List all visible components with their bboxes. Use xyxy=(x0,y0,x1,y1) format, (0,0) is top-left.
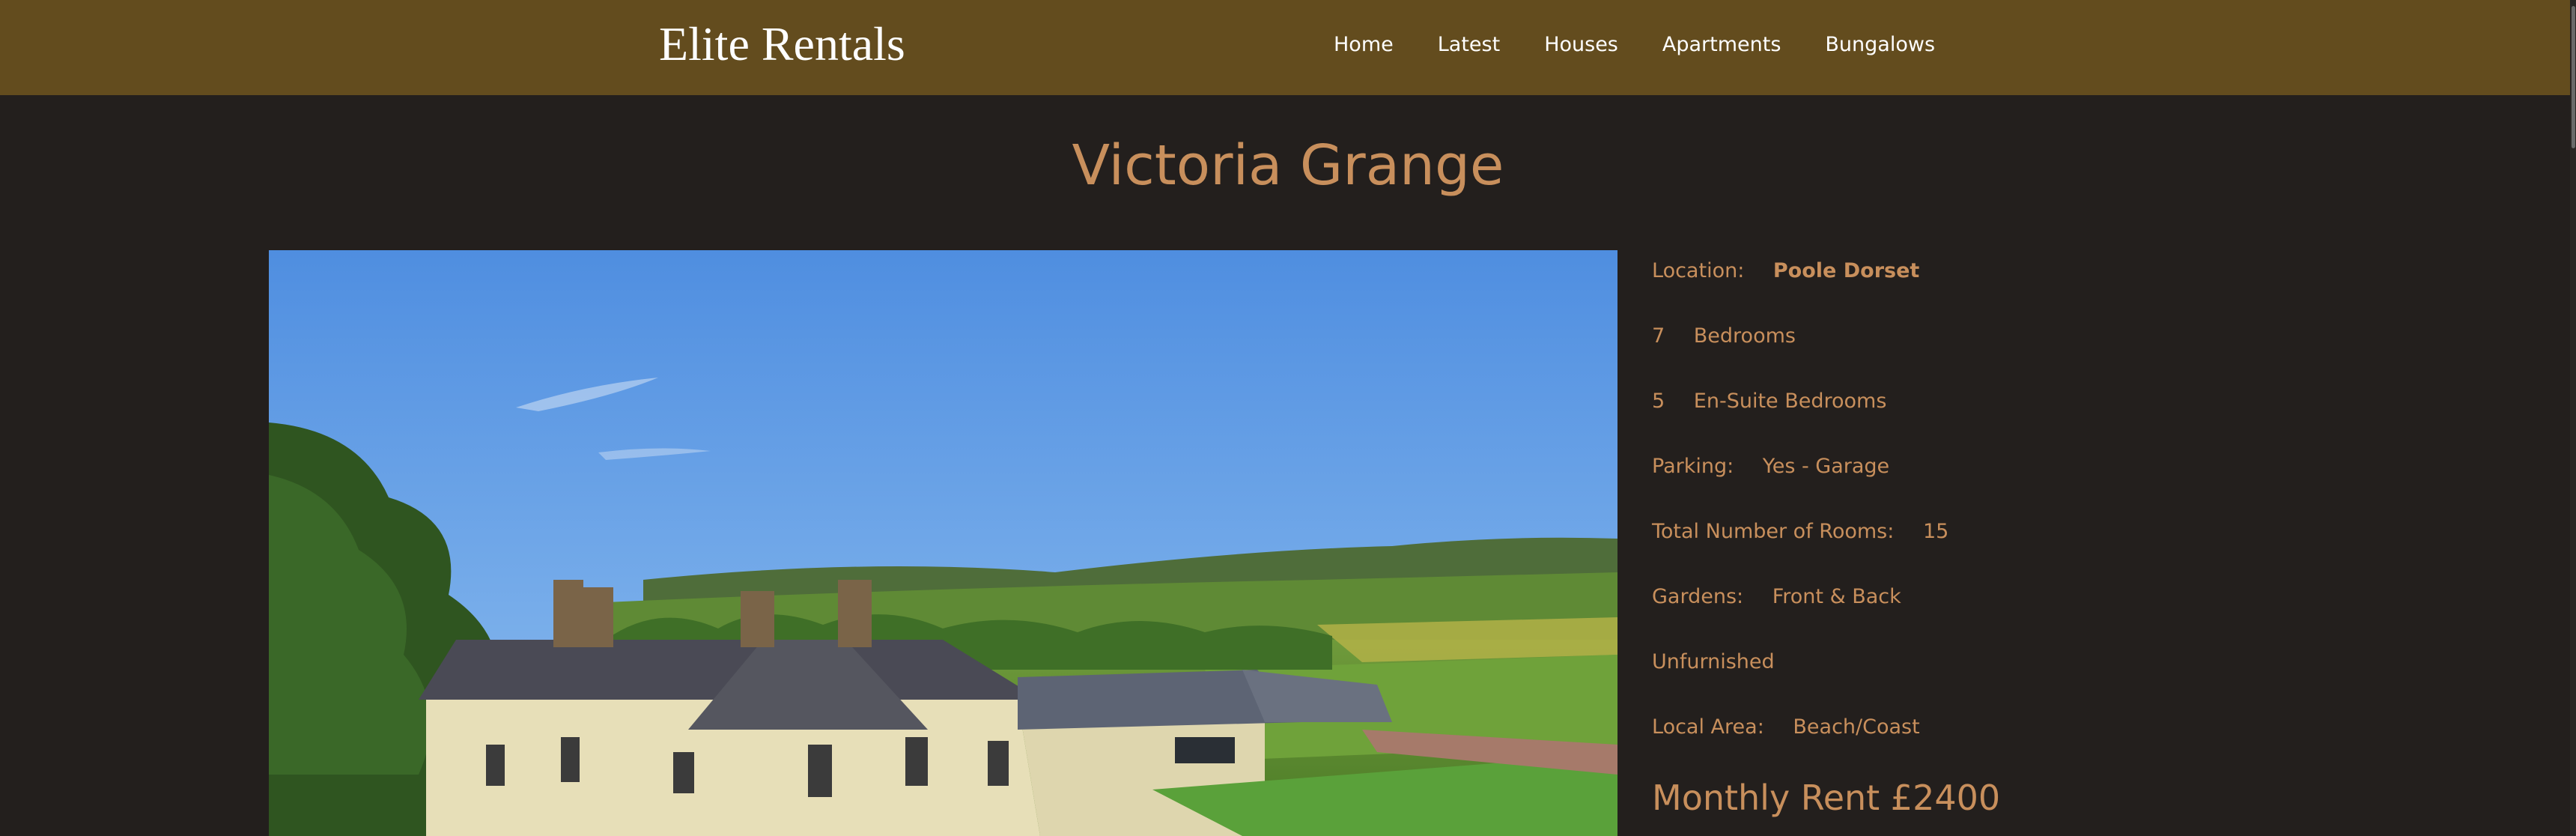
total-rooms-value: 15 xyxy=(1922,520,1949,543)
local-area-label: Local Area: xyxy=(1652,715,1764,739)
bedrooms-label: Bedrooms xyxy=(1693,324,1796,348)
total-rooms-row: Total Number of Rooms: 15 xyxy=(1652,515,2326,581)
property-photo xyxy=(269,250,1617,836)
parking-row: Parking: Yes - Garage xyxy=(1652,450,2326,515)
location-value: Poole Dorset xyxy=(1772,259,1920,282)
page-scrollbar[interactable] xyxy=(2570,0,2576,836)
nav-houses-link[interactable]: Houses xyxy=(1544,33,1618,56)
scrollbar-thumb[interactable] xyxy=(2572,6,2575,148)
total-rooms-label: Total Number of Rooms: xyxy=(1652,520,1895,543)
parking-value: Yes - Garage xyxy=(1762,455,1890,478)
nav-latest-link[interactable]: Latest xyxy=(1438,33,1500,56)
gardens-value: Front & Back xyxy=(1772,585,1901,608)
local-area-row: Local Area: Beach/Coast xyxy=(1652,711,2326,776)
ensuite-count: 5 xyxy=(1652,390,1665,413)
furnishing-value: Unfurnished xyxy=(1652,650,1775,673)
ensuite-row: 5 En-Suite Bedrooms xyxy=(1652,385,2326,450)
bedrooms-count: 7 xyxy=(1652,324,1665,348)
monthly-rent: Monthly Rent £2400 xyxy=(1652,778,2001,818)
ensuite-label: En-Suite Bedrooms xyxy=(1693,390,1887,413)
gardens-row: Gardens: Front & Back xyxy=(1652,581,2326,646)
location-label: Location: xyxy=(1652,259,1745,282)
top-navigation-bar: Elite Rentals Home Latest Houses Apartme… xyxy=(0,0,2576,95)
nav-home-link[interactable]: Home xyxy=(1334,33,1394,56)
main-nav: Home Latest Houses Apartments Bungalows xyxy=(1334,33,1935,56)
parking-label: Parking: xyxy=(1652,455,1734,478)
nav-apartments-link[interactable]: Apartments xyxy=(1662,33,1781,56)
property-details: Location: Poole Dorset 7 Bedrooms 5 En-S… xyxy=(1652,255,2326,818)
gardens-label: Gardens: xyxy=(1652,585,1744,608)
location-row: Location: Poole Dorset xyxy=(1652,255,2326,320)
local-area-value: Beach/Coast xyxy=(1793,715,1920,739)
brand-logo-link[interactable]: Elite Rentals xyxy=(659,16,905,72)
bedrooms-row: 7 Bedrooms xyxy=(1652,320,2326,385)
property-title: Victoria Grange xyxy=(1072,133,1504,198)
nav-bungalows-link[interactable]: Bungalows xyxy=(1825,33,1935,56)
furnishing-row: Unfurnished xyxy=(1652,646,2326,711)
